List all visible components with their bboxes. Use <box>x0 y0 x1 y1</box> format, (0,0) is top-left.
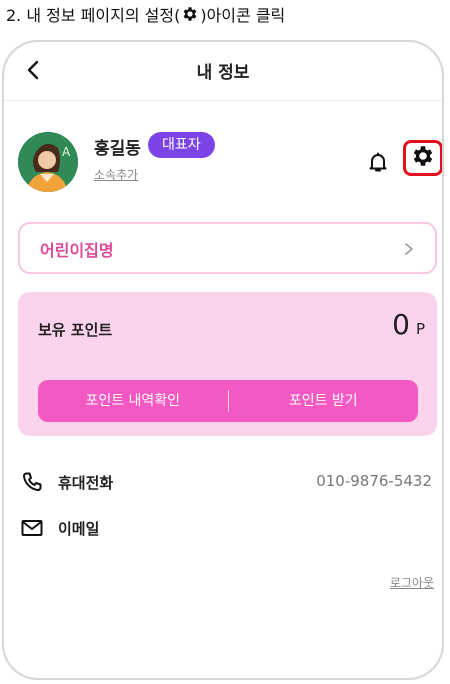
phone-frame: 내 정보 A 홍길동 대표자 소속추가 어린이집명 보유 포인트 0 P 포인트… <box>2 40 444 680</box>
phone-icon <box>20 470 46 496</box>
points-value: 0 P <box>392 308 425 341</box>
profile-section: A 홍길동 대표자 소속추가 <box>18 132 442 192</box>
email-row: 이메일 <box>20 514 440 542</box>
points-card: 보유 포인트 0 P 포인트 내역확인 포인트 받기 <box>18 292 437 436</box>
points-label: 보유 포인트 <box>38 321 113 339</box>
page-title: 내 정보 <box>196 63 250 83</box>
top-bar: 내 정보 <box>4 42 442 101</box>
user-name: 홍길동 <box>94 139 141 159</box>
add-affiliation-link[interactable]: 소속추가 <box>94 166 138 183</box>
points-history-button[interactable]: 포인트 내역확인 <box>38 380 228 422</box>
svg-text:A: A <box>62 145 71 159</box>
gear-icon <box>181 5 199 23</box>
phone-row: 휴대전화 010-9876-5432 <box>20 468 440 496</box>
points-unit: P <box>415 320 425 338</box>
bell-icon[interactable] <box>366 150 390 174</box>
kindergarten-row[interactable]: 어린이집명 <box>18 222 437 274</box>
mail-icon <box>20 516 46 542</box>
logout-link[interactable]: 로그아웃 <box>390 574 434 591</box>
email-label: 이메일 <box>58 520 100 538</box>
role-badge: 대표자 <box>148 132 215 158</box>
gear-icon <box>410 143 436 173</box>
receive-points-button[interactable]: 포인트 받기 <box>229 380 419 422</box>
chevron-right-icon <box>403 241 415 255</box>
action-divider <box>227 390 229 412</box>
phone-label: 휴대전화 <box>58 474 114 492</box>
settings-button[interactable] <box>403 140 442 176</box>
points-action-bar: 포인트 내역확인 포인트 받기 <box>38 380 418 422</box>
avatar: A <box>18 132 78 192</box>
phone-value: 010-9876-5432 <box>316 472 432 490</box>
points-number: 0 <box>392 308 410 341</box>
kindergarten-name: 어린이집명 <box>40 241 114 260</box>
caption-suffix: )아이콘 클릭 <box>200 6 286 25</box>
caption-prefix: 2. 내 정보 페이지의 설정( <box>6 6 181 25</box>
instruction-caption: 2. 내 정보 페이지의 설정( )아이콘 클릭 <box>6 2 285 26</box>
